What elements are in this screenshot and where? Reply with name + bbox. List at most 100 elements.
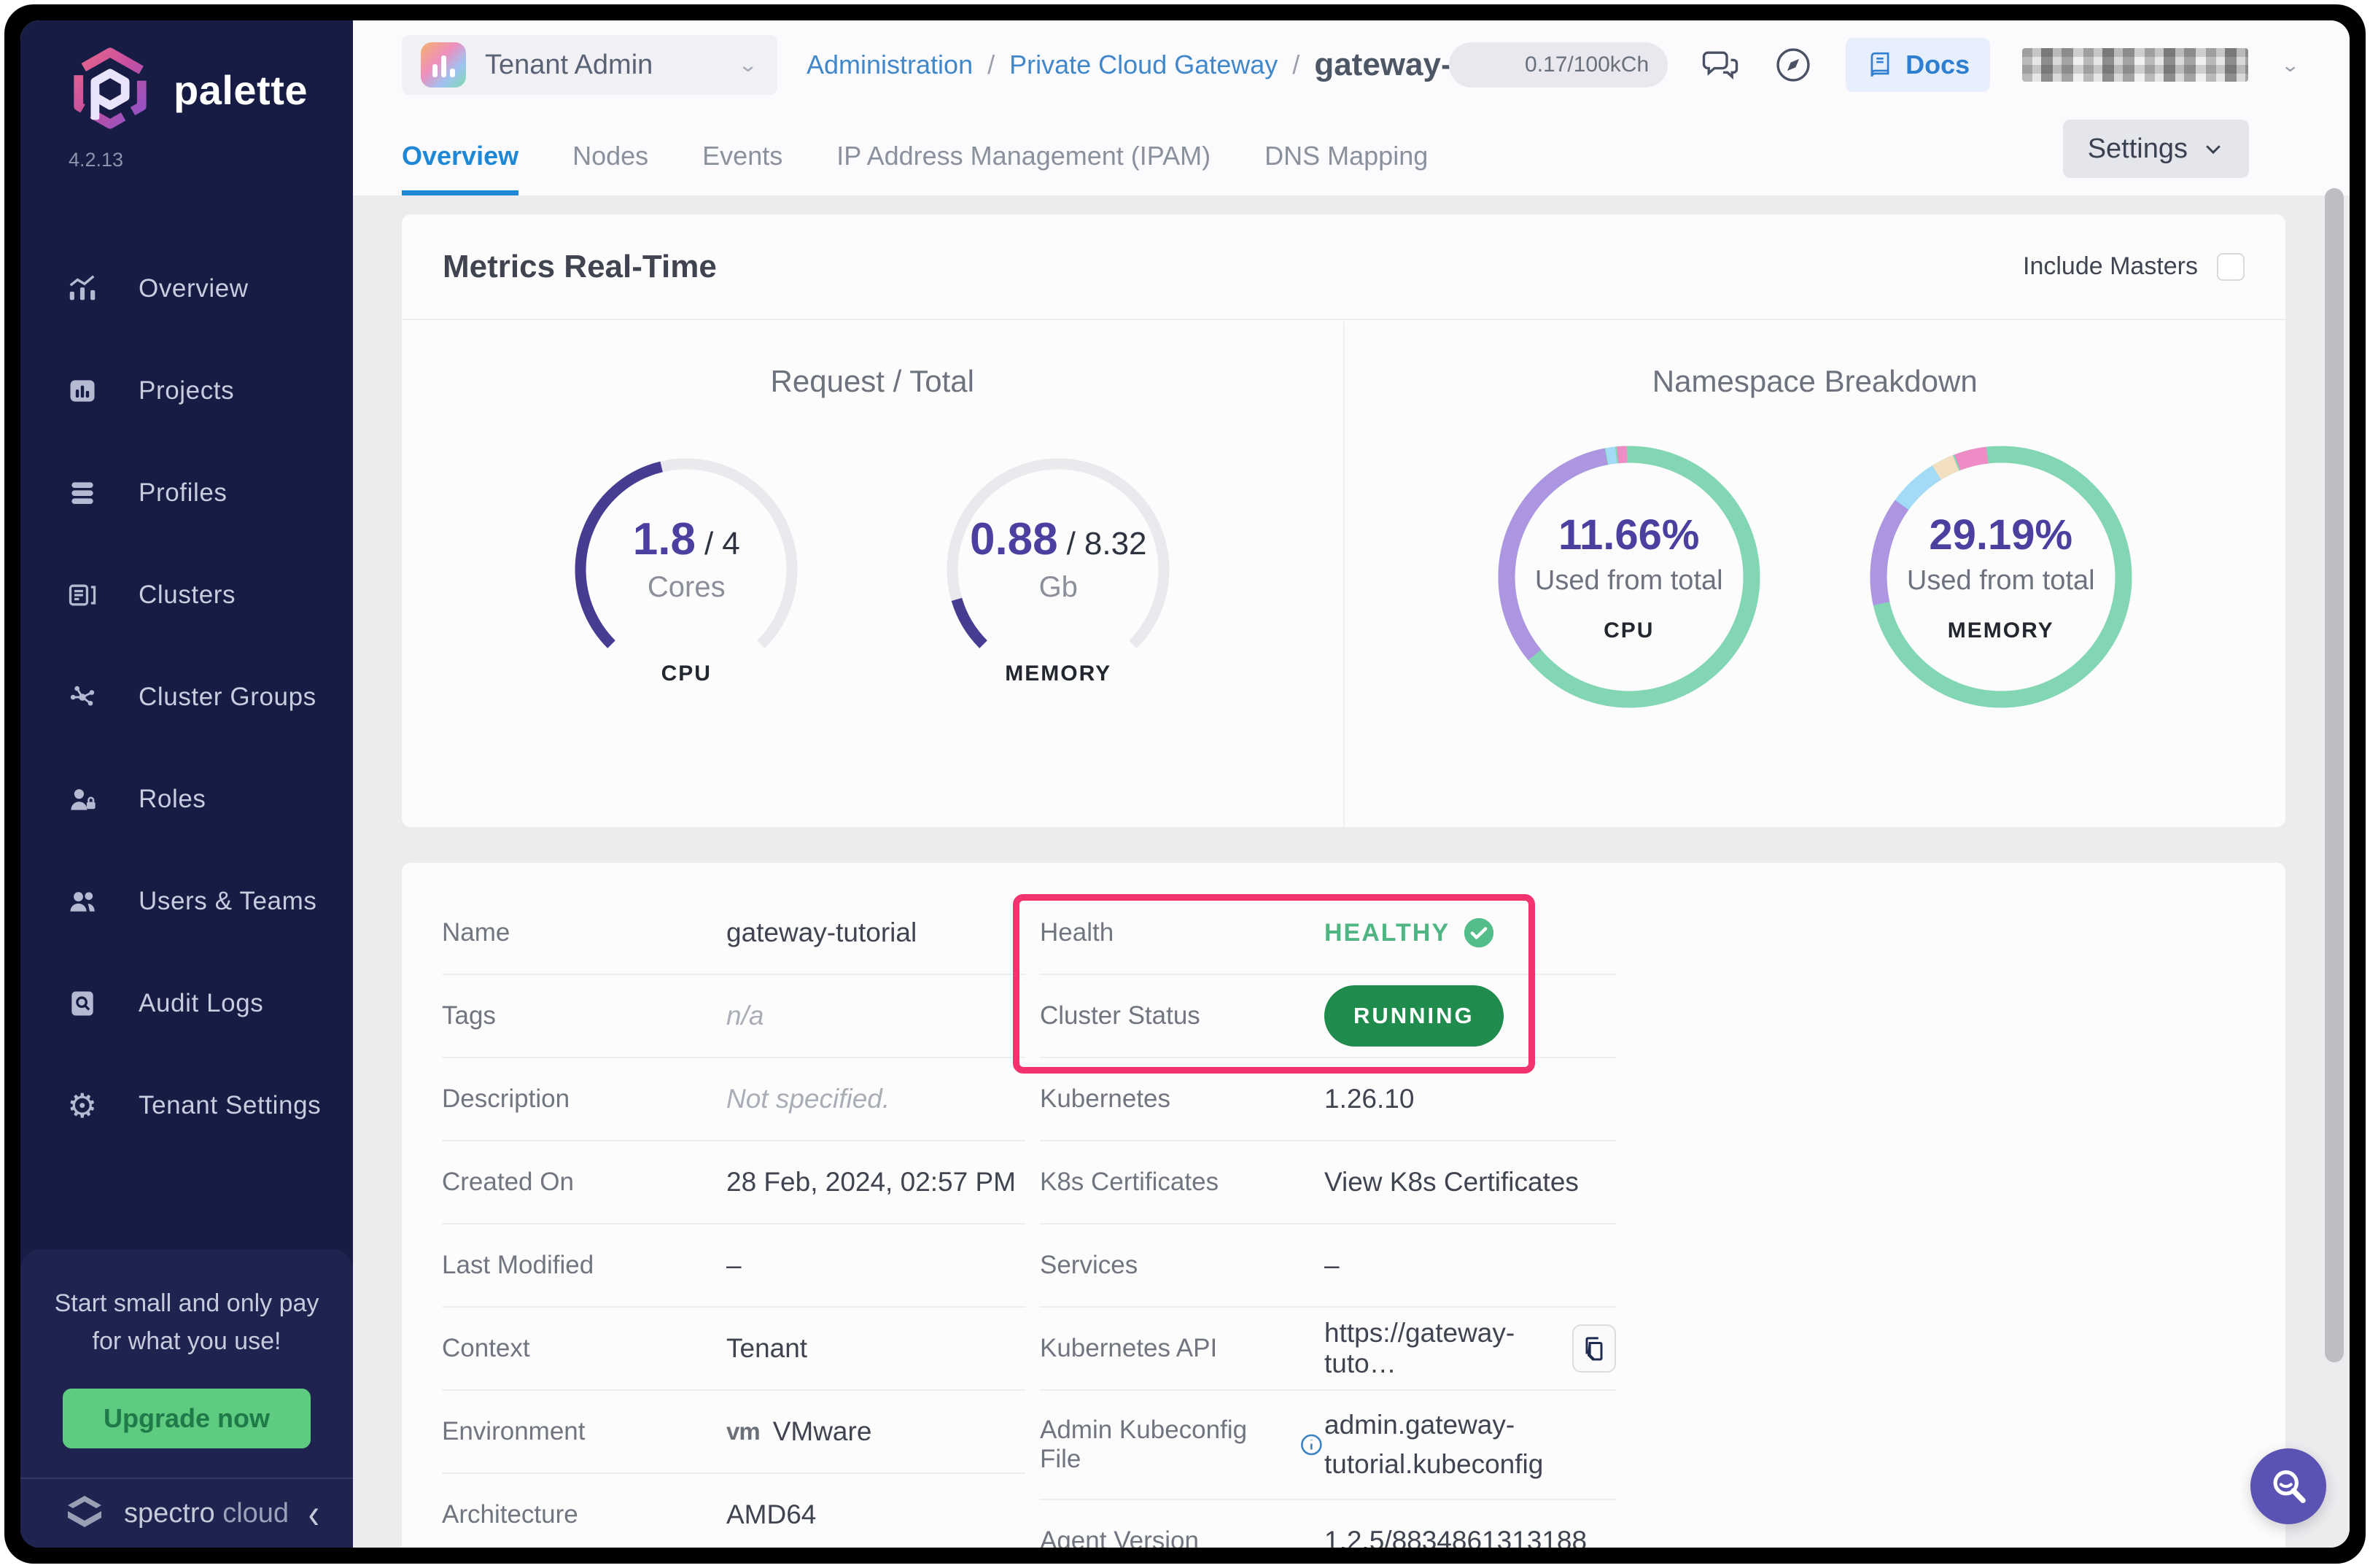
detail-row-k8s-certificates: K8s Certificates View K8s Certificates (1040, 1141, 1616, 1224)
breadcrumb-administration[interactable]: Administration (807, 50, 973, 80)
memory-request-value: 0.88 (969, 514, 1058, 564)
cpu-request-value: 1.8 (632, 514, 696, 564)
scope-selector[interactable]: Tenant Admin ⌄ (402, 35, 777, 95)
sidebar-item-cluster-groups[interactable]: Cluster Groups (20, 646, 353, 748)
tab-nodes[interactable]: Nodes (572, 141, 648, 195)
breadcrumb-separator: / (1292, 50, 1300, 79)
tab-events[interactable]: Events (702, 141, 782, 195)
usage-credit-pill: 0.17/100kCh (1449, 42, 1668, 88)
audit-logs-icon (64, 985, 101, 1022)
docs-button[interactable]: Docs (1846, 38, 1991, 92)
sidebar: palette 4.2.13 Overview Projects Profile… (20, 20, 353, 1548)
namespace-breakdown-title: Namespace Breakdown (1652, 364, 1978, 398)
vmware-icon: vm (726, 1418, 761, 1445)
upgrade-now-button[interactable]: Upgrade now (62, 1389, 311, 1448)
check-circle-icon (1464, 917, 1494, 948)
compass-icon[interactable] (1773, 44, 1814, 85)
architecture-value: AMD64 (726, 1499, 817, 1529)
detail-row-kubernetes-api: Kubernetes API https://gateway-tuto… (1040, 1308, 1616, 1391)
sidebar-item-tenant-settings[interactable]: ⚙ Tenant Settings (20, 1055, 353, 1157)
page-content: Metrics Real-Time Include Masters Reques… (353, 195, 2350, 1548)
gear-icon: ⚙ (67, 1087, 98, 1125)
detail-row-admin-kubeconfig: Admin Kubeconfig File admin.gateway-tuto… (1040, 1391, 1616, 1500)
details-left-column: Name gateway-tutorial Tags n/a Description… (442, 892, 1025, 1548)
sidebar-item-clusters[interactable]: Clusters (20, 544, 353, 646)
metrics-card: Metrics Real-Time Include Masters Reques… (402, 214, 2285, 827)
sidebar-item-label: Cluster Groups (139, 683, 316, 711)
copy-api-url-button[interactable] (1571, 1324, 1616, 1373)
settings-button[interactable]: Settings (2062, 120, 2249, 178)
projects-icon (64, 373, 101, 409)
sidebar-item-label: Roles (139, 785, 206, 813)
detail-row-agent-version: Agent Version 1.2.5/8834861313188 (1040, 1500, 1616, 1548)
namespace-breakdown-panel: Namespace Breakdown 11.66% Used from tot… (1345, 322, 2286, 827)
services-value: – (1324, 1250, 1340, 1280)
include-masters-label: Include Masters (2023, 252, 2198, 280)
user-menu-chevron-icon[interactable]: ⌄ (2280, 54, 2300, 76)
sidebar-collapse-icon[interactable]: ‹ (308, 1492, 319, 1534)
cluster-name-value: gateway-tutorial (726, 917, 917, 947)
clusters-icon (64, 577, 101, 613)
palette-app: palette 4.2.13 Overview Projects Profile… (20, 20, 2350, 1548)
vertical-scrollbar-thumb[interactable] (2325, 188, 2344, 1362)
sidebar-item-overview[interactable]: Overview (20, 238, 353, 340)
view-k8s-certificates-link[interactable]: View K8s Certificates (1324, 1167, 1579, 1198)
copy-icon (1585, 1337, 1603, 1361)
include-masters-checkbox[interactable] (2217, 252, 2245, 281)
kubernetes-version-value: 1.26.10 (1324, 1084, 1415, 1114)
tab-ipam[interactable]: IP Address Management (IPAM) (836, 141, 1211, 195)
memory-total-value: 8.32 (1084, 526, 1147, 562)
detail-row-context: Context Tenant (442, 1308, 1025, 1391)
sidebar-item-label: Clusters (139, 581, 236, 609)
detail-row-cluster-status: Cluster Status RUNNING (1040, 975, 1616, 1058)
memory-gauge: 0.88 / 8.32 Gb MEMORY (941, 453, 1175, 686)
palette-logo-icon (67, 45, 153, 135)
include-masters-control: Include Masters (2023, 252, 2245, 281)
detail-row-name: Name gateway-tutorial (442, 892, 1025, 975)
spectro-cloud-logo (64, 1491, 105, 1536)
detail-row-kubernetes: Kubernetes 1.26.10 (1040, 1058, 1616, 1141)
layers-icon (64, 475, 101, 511)
sidebar-item-label: Users & Teams (139, 887, 317, 915)
chevron-down-icon: ⌄ (737, 53, 759, 77)
search-fab-button[interactable] (2250, 1448, 2326, 1524)
request-total-title: Request / Total (770, 364, 974, 398)
cpu-namespace-donut: 11.66% Used from total CPU (1491, 438, 1768, 715)
tab-dns-mapping[interactable]: DNS Mapping (1264, 141, 1428, 195)
sidebar-item-audit-logs[interactable]: Audit Logs (20, 952, 353, 1055)
memory-unit: Gb (1038, 571, 1078, 603)
sidebar-item-profiles[interactable]: Profiles (20, 442, 353, 544)
app-version: 4.2.13 (69, 149, 124, 171)
detail-row-created-on: Created On 28 Feb, 2024, 02:57 PM (442, 1141, 1025, 1224)
sidebar-item-label: Audit Logs (139, 989, 264, 1017)
sidebar-item-projects[interactable]: Projects (20, 340, 353, 442)
main-area: Tenant Admin ⌄ Administration / Private … (353, 20, 2350, 1548)
cpu-gauge: 1.8 / 4 Cores CPU (570, 453, 803, 686)
detail-row-services: Services – (1040, 1224, 1616, 1308)
tab-bar: Overview Nodes Events IP Address Managem… (402, 141, 1428, 195)
request-total-panel: Request / Total 1.8 / 4 Cores CPU 0.88 /… (402, 322, 1345, 827)
search-icon (2273, 1470, 2306, 1504)
chevron-down-icon (2206, 145, 2221, 155)
admin-kubeconfig-link[interactable]: admin.gateway-tutorial.kubeconfig (1324, 1405, 1594, 1483)
tab-overview[interactable]: Overview (402, 141, 519, 195)
sidebar-item-users-teams[interactable]: Users & Teams (20, 850, 353, 952)
footer-brand: spectro cloud (124, 1497, 290, 1529)
users-icon (64, 883, 101, 920)
topbar: Tenant Admin ⌄ Administration / Private … (353, 20, 2350, 195)
sidebar-item-label: Overview (139, 274, 249, 303)
breadcrumb-private-cloud-gateway[interactable]: Private Cloud Gateway (1009, 50, 1278, 80)
metrics-card-title: Metrics Real-Time (443, 248, 717, 284)
sidebar-bottom-panel: Start small and only pay for what you us… (20, 1249, 353, 1548)
kubernetes-api-value: https://gateway-tuto… (1324, 1318, 1515, 1378)
cpu-total-value: 4 (722, 526, 740, 562)
detail-row-tags: Tags n/a (442, 975, 1025, 1058)
sidebar-item-roles[interactable]: Roles (20, 748, 353, 850)
sidebar-item-label: Projects (139, 376, 235, 405)
cpu-unit: Cores (647, 571, 726, 603)
chat-icon[interactable] (1700, 44, 1741, 85)
running-status-badge: RUNNING (1324, 985, 1504, 1047)
promo-text-line1: Start small and only pay (54, 1289, 319, 1317)
sidebar-nav: Overview Projects Profiles Clusters Clus… (20, 238, 353, 1157)
roles-person-lock-icon (64, 781, 101, 818)
